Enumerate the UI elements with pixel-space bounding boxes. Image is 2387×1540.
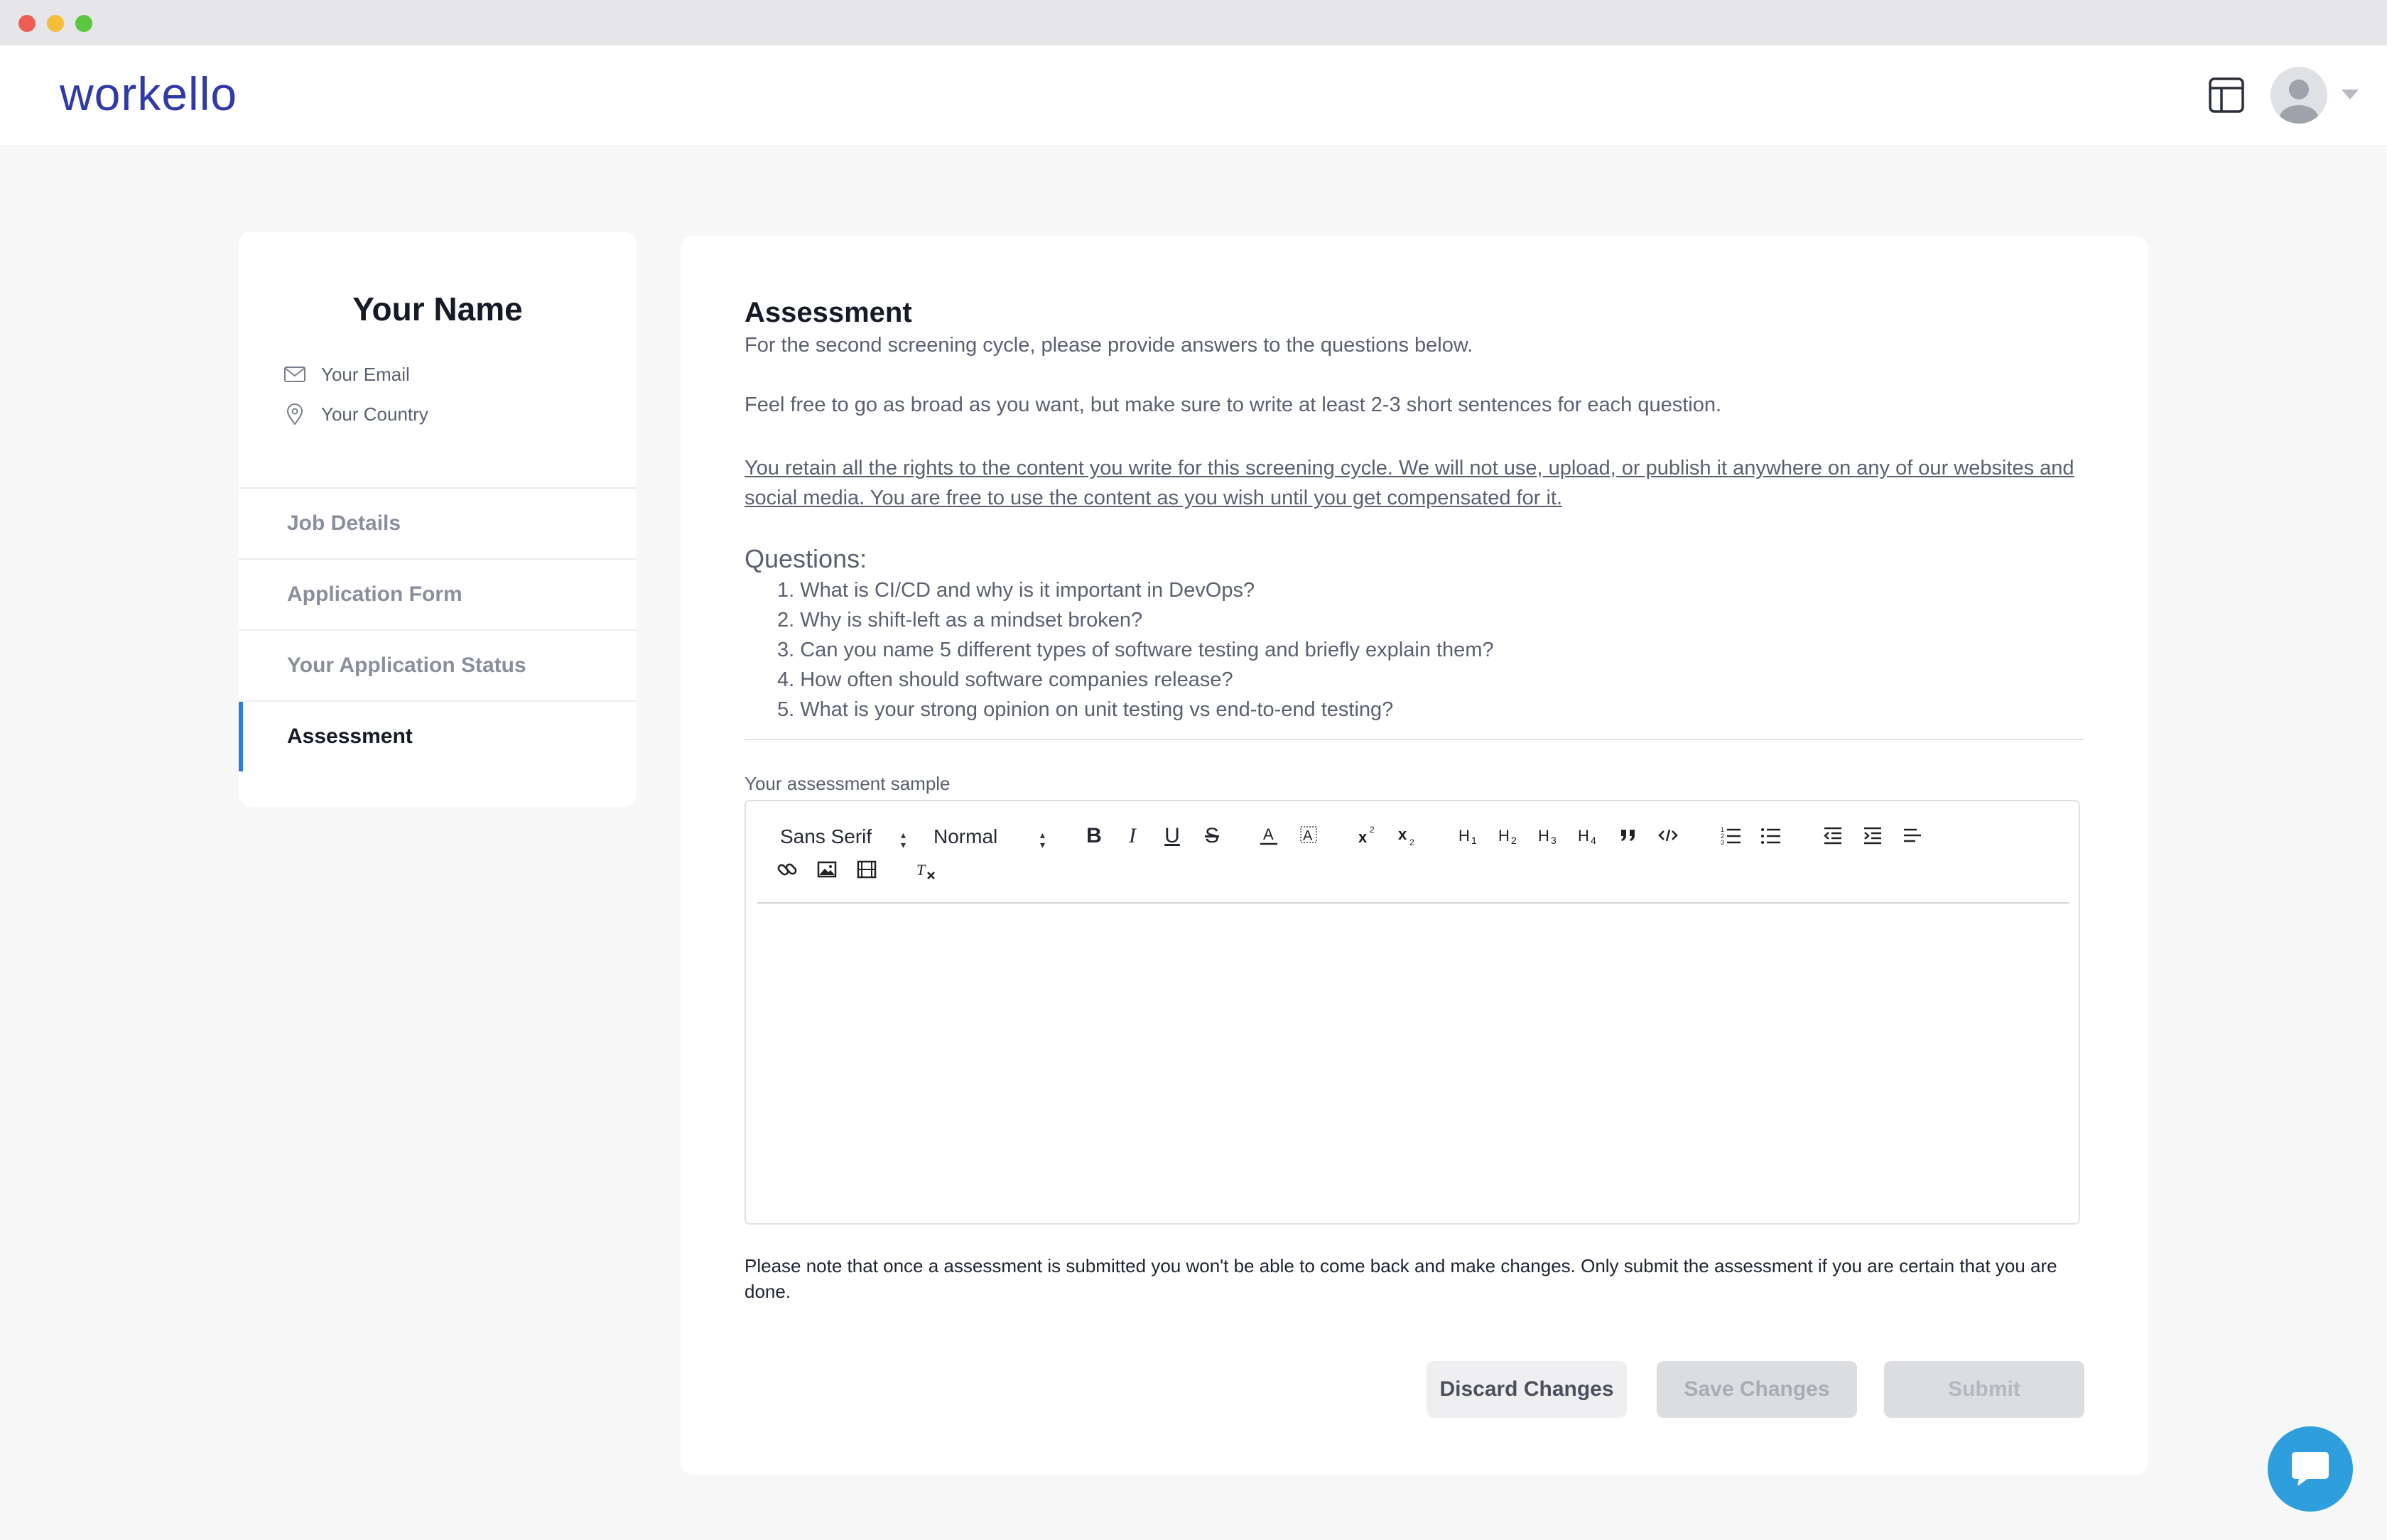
superscript-button[interactable]: x2 bbox=[1353, 824, 1384, 852]
top-header: workello bbox=[0, 45, 2387, 145]
section-divider bbox=[745, 739, 2084, 740]
profile-email: Your Email bbox=[283, 362, 410, 386]
svg-text:x: x bbox=[1358, 828, 1368, 846]
window-titlebar bbox=[0, 0, 2387, 45]
workello-logo[interactable]: workello bbox=[60, 65, 237, 122]
profile-card: Your Name Your Email Your Country Job De… bbox=[239, 232, 637, 807]
assessment-intro: For the second screening cycle, please p… bbox=[745, 334, 1473, 357]
save-changes-button[interactable]: Save Changes bbox=[1657, 1361, 1857, 1418]
select-arrows-icon: ▴ ▾ bbox=[901, 829, 906, 850]
question-item: 4. How often should software companies r… bbox=[777, 668, 1233, 691]
svg-text:H: H bbox=[1458, 827, 1470, 845]
svg-text:A: A bbox=[1263, 825, 1274, 843]
submit-button[interactable]: Submit bbox=[1884, 1361, 2084, 1418]
nav-item-assessment[interactable]: Assessment bbox=[239, 700, 637, 771]
background-color-button[interactable]: A bbox=[1293, 824, 1324, 852]
active-indicator bbox=[239, 702, 243, 771]
indent-button[interactable] bbox=[1857, 824, 1888, 852]
nav-item-job-details[interactable]: Job Details bbox=[239, 487, 637, 558]
svg-text:H: H bbox=[1538, 827, 1549, 845]
chat-button[interactable] bbox=[2268, 1426, 2353, 1512]
svg-text:4: 4 bbox=[1591, 835, 1596, 846]
font-size-select[interactable]: Normal ▴ ▾ bbox=[933, 825, 1045, 850]
zoom-window-button[interactable] bbox=[75, 15, 92, 32]
question-item: 2. Why is shift-left as a mindset broken… bbox=[777, 609, 1143, 631]
video-button[interactable] bbox=[851, 858, 882, 886]
discard-changes-button[interactable]: Discard Changes bbox=[1427, 1361, 1627, 1418]
nav-item-label: Assessment bbox=[287, 725, 413, 748]
svg-text:H: H bbox=[1498, 827, 1510, 845]
clear-formatting-button[interactable]: T bbox=[911, 858, 942, 886]
nav-item-application-status[interactable]: Your Application Status bbox=[239, 629, 637, 700]
strikethrough-button[interactable]: S bbox=[1196, 824, 1228, 848]
avatar[interactable] bbox=[2270, 67, 2327, 124]
assessment-title: Assessment bbox=[745, 297, 912, 328]
location-pin-icon bbox=[286, 403, 303, 425]
rich-text-editor: Sans Serif ▴ ▾ Normal ▴ ▾ B I U S A A x2 x… bbox=[745, 800, 2080, 1225]
svg-text:2: 2 bbox=[1511, 835, 1517, 846]
assessment-guidance: Feel free to go as broad as you want, bu… bbox=[745, 394, 1722, 416]
assessment-card: Assessment For the second screening cycl… bbox=[681, 236, 2148, 1475]
font-size-value: Normal bbox=[933, 825, 998, 847]
submission-note: Please note that once a assessment is su… bbox=[745, 1255, 2057, 1302]
rights-notice: You retain all the rights to the content… bbox=[745, 457, 2074, 509]
svg-text:A: A bbox=[1303, 828, 1313, 844]
profile-email-text: Your Email bbox=[321, 363, 410, 385]
heading-3-button[interactable]: H3 bbox=[1533, 824, 1564, 852]
bullet-list-button[interactable] bbox=[1755, 824, 1786, 852]
question-item: 5. What is your strong opinion on unit t… bbox=[777, 698, 1394, 721]
font-family-value: Sans Serif bbox=[780, 825, 872, 847]
bold-button[interactable]: B bbox=[1078, 824, 1110, 848]
profile-country: Your Country bbox=[283, 402, 428, 426]
blockquote-button[interactable] bbox=[1613, 824, 1644, 852]
font-color-button[interactable]: A bbox=[1253, 824, 1284, 852]
question-item: 1. What is CI/CD and why is it important… bbox=[777, 579, 1255, 602]
nav-item-application-form[interactable]: Application Form bbox=[239, 558, 637, 629]
minimize-window-button[interactable] bbox=[47, 15, 64, 32]
sample-label: Your assessment sample bbox=[745, 773, 951, 794]
heading-1-button[interactable]: H1 bbox=[1454, 824, 1485, 852]
underline-button[interactable]: U bbox=[1157, 824, 1188, 848]
heading-4-button[interactable]: H4 bbox=[1573, 824, 1604, 852]
editor-text-area[interactable] bbox=[757, 905, 2069, 1218]
close-window-button[interactable] bbox=[18, 15, 36, 32]
question-item: 3. Can you name 5 different types of sof… bbox=[777, 639, 1494, 661]
image-button[interactable] bbox=[811, 858, 843, 886]
questions-list: 1. What is CI/CD and why is it important… bbox=[777, 575, 1494, 725]
svg-text:3: 3 bbox=[1551, 835, 1557, 846]
svg-text:2: 2 bbox=[1370, 825, 1375, 835]
profile-name: Your Name bbox=[352, 291, 523, 327]
heading-2-button[interactable]: H2 bbox=[1493, 824, 1525, 852]
link-button[interactable] bbox=[772, 858, 803, 886]
chat-icon bbox=[2292, 1452, 2329, 1486]
svg-text:H: H bbox=[1578, 827, 1589, 845]
svg-text:3: 3 bbox=[1721, 839, 1724, 846]
italic-button[interactable]: I bbox=[1117, 824, 1148, 848]
select-arrows-icon: ▴ ▾ bbox=[1040, 829, 1046, 850]
svg-text:T: T bbox=[916, 861, 926, 879]
align-left-button[interactable] bbox=[1897, 824, 1928, 852]
svg-text:2: 2 bbox=[1409, 837, 1414, 847]
chevron-down-icon[interactable] bbox=[2342, 90, 2359, 99]
mail-icon bbox=[284, 367, 305, 382]
nav-item-label: Your Application Status bbox=[287, 654, 526, 677]
toolbar-divider bbox=[757, 902, 2069, 904]
ordered-list-button[interactable]: 123 bbox=[1715, 824, 1746, 852]
layout-icon[interactable] bbox=[2208, 77, 2245, 114]
svg-text:1: 1 bbox=[1471, 835, 1477, 846]
questions-heading: Questions: bbox=[745, 544, 867, 573]
profile-country-text: Your Country bbox=[321, 403, 428, 425]
font-family-select[interactable]: Sans Serif ▴ ▾ bbox=[780, 825, 906, 850]
subscript-button[interactable]: x2 bbox=[1392, 824, 1424, 852]
nav-item-label: Job Details bbox=[287, 511, 401, 535]
outdent-button[interactable] bbox=[1817, 824, 1849, 852]
code-block-button[interactable] bbox=[1652, 824, 1684, 852]
nav-item-label: Application Form bbox=[287, 582, 462, 606]
svg-text:x: x bbox=[1398, 825, 1407, 843]
